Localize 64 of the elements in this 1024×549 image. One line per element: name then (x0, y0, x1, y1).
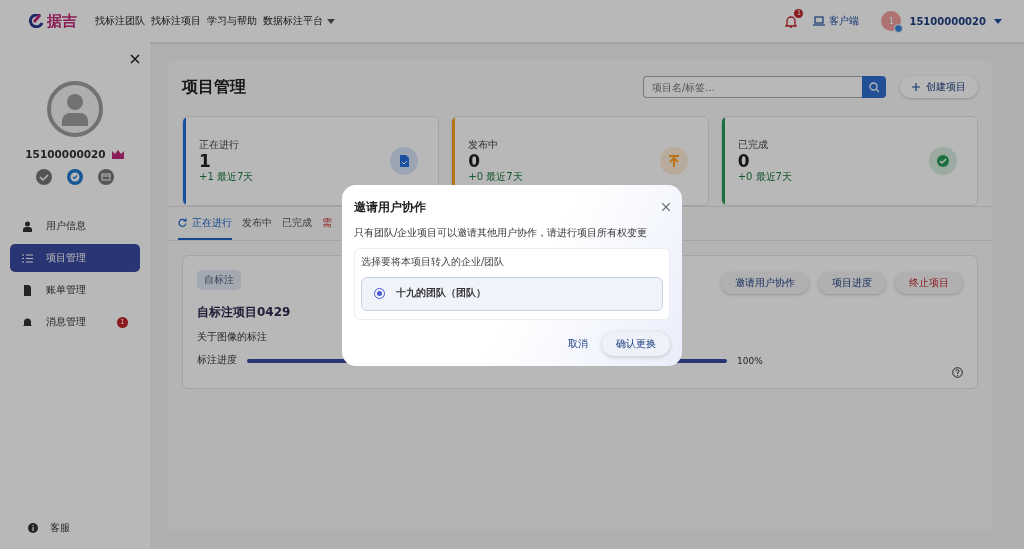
plus-icon (912, 83, 920, 91)
tab[interactable]: 已完成 (282, 207, 312, 240)
tab[interactable]: 发布中 (242, 207, 272, 240)
laptop-icon (813, 16, 826, 26)
caret-icon[interactable] (327, 18, 335, 24)
bell-icon[interactable] (785, 14, 798, 28)
sidebar-item[interactable]: 用户信息 (10, 212, 140, 240)
stat-label: 已完成 (737, 137, 769, 152)
cancel-button[interactable]: 取消 (568, 336, 588, 351)
refresh-icon (178, 218, 187, 227)
nav-link[interactable]: 数据标注平台 (263, 14, 323, 28)
check-icon[interactable] (35, 168, 53, 186)
close-button[interactable] (662, 203, 670, 211)
profile-avatar-icon (46, 80, 104, 138)
confirm-button[interactable]: 确认更换 (602, 331, 670, 356)
tab[interactable]: 正在进行 (178, 207, 232, 240)
logo-text[interactable]: 据吉 (47, 11, 77, 31)
tab[interactable]: 需 (322, 207, 332, 240)
progress-label: 标注进度 (197, 354, 237, 367)
action-button[interactable]: 邀请用户协作 (721, 272, 809, 294)
section-label: 选择要将本项目转入的企业/团队 (361, 254, 506, 269)
stat-value: 0 (468, 151, 482, 171)
project-description: 关于图像的标注 (197, 331, 267, 344)
search-icon (868, 81, 880, 93)
progress-value: 100% (737, 355, 763, 366)
stat-label: 发布中 (468, 137, 500, 152)
close-button[interactable] (130, 54, 140, 64)
nav-link[interactable]: 找标注项目 (151, 14, 201, 28)
client-link[interactable]: 客户端 (813, 14, 860, 28)
info-icon (28, 523, 38, 533)
nav-link[interactable]: 找标注团队 (95, 14, 145, 28)
action-button[interactable]: 项目进度 (818, 272, 886, 294)
help-icon[interactable] (952, 367, 963, 378)
dialog-note: 只有团队/企业项目可以邀请其他用户协作，请进行项目所有权变更 (354, 225, 649, 240)
username: 15100000020 (25, 148, 106, 160)
team-option[interactable]: 十九的团队（团队） (361, 276, 663, 311)
search-field[interactable]: 项目名/标签... (643, 76, 862, 98)
list-icon (22, 252, 33, 264)
bell-icon (22, 316, 33, 328)
stat-value: 0 (737, 151, 751, 171)
support-link[interactable]: 客服 (28, 521, 70, 535)
stat-change: +0 最近7天 (737, 170, 793, 185)
crown-icon (110, 149, 125, 159)
sidebar-item[interactable]: 项目管理 (10, 244, 140, 272)
stat-change: +1 最近7天 (199, 170, 255, 185)
user-menu[interactable]: 15100000020 (909, 15, 1002, 27)
card-icon[interactable] (97, 168, 115, 186)
bill-icon (22, 284, 33, 296)
stat-label: 正在进行 (199, 137, 240, 152)
search-button[interactable] (862, 76, 886, 98)
project-tag: 自标注 (197, 270, 241, 290)
verified-icon[interactable] (66, 168, 84, 186)
caret-icon (994, 18, 1002, 24)
dialog-title: 邀请用户协作 (354, 198, 426, 216)
sidebar-item[interactable]: 账单管理 (10, 276, 140, 304)
nav-link[interactable]: 学习与帮助 (207, 14, 257, 28)
project-title[interactable]: 自标注项目0429 (197, 304, 291, 321)
stat-value: 1 (199, 151, 212, 171)
stat-change: +0 最近7天 (468, 170, 524, 185)
page-title: 项目管理 (182, 76, 246, 98)
logo-icon (28, 14, 44, 28)
action-button[interactable]: 终止项目 (895, 272, 963, 294)
create-button[interactable]: 创建项目 (900, 76, 978, 98)
user-icon (22, 220, 33, 232)
